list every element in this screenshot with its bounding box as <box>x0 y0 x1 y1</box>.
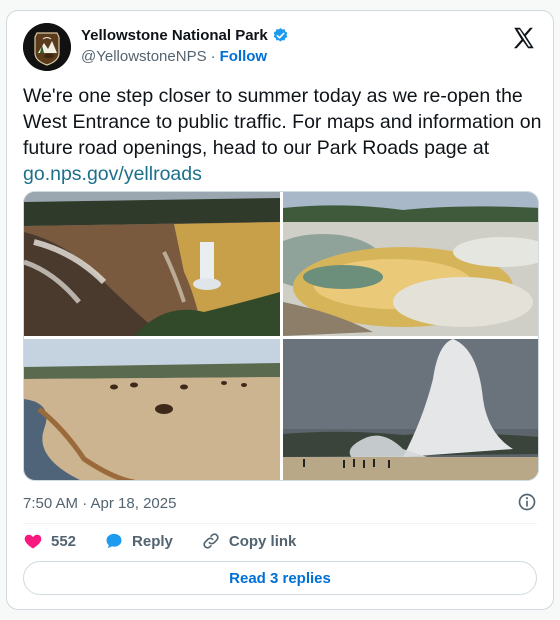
handle[interactable]: @YellowstoneNPS <box>81 48 207 65</box>
follow-button[interactable]: Follow <box>220 48 268 65</box>
photo-canyon-waterfall[interactable] <box>24 192 280 336</box>
action-bar: 552 Reply Copy link <box>23 529 324 553</box>
like-count: 552 <box>51 532 77 550</box>
link-icon <box>203 533 219 549</box>
copy-link-label: Copy link <box>228 532 297 550</box>
post-meta: 7:50 AM · Apr 18, 2025 <box>23 491 537 515</box>
heart-icon <box>24 534 42 549</box>
media-grid <box>23 191 539 481</box>
post-body: We're one step closer to summer today as… <box>23 85 542 159</box>
separator-dot: · <box>210 48 216 65</box>
like-button[interactable]: 552 <box>23 531 76 551</box>
reply-button[interactable]: Reply <box>104 531 173 551</box>
post-header: Yellowstone National Park @YellowstoneNP… <box>23 23 537 73</box>
photo-bison-river[interactable] <box>24 339 280 480</box>
nps-logo-icon <box>23 23 71 71</box>
photo-geyser-eruption[interactable] <box>283 339 538 480</box>
x-logo-icon[interactable] <box>511 25 537 51</box>
display-name[interactable]: Yellowstone National Park <box>81 27 268 44</box>
info-icon[interactable] <box>517 492 537 512</box>
read-replies-button[interactable]: Read 3 replies <box>23 561 537 595</box>
reply-bubble-icon <box>106 533 122 549</box>
post-text: We're one step closer to summer today as… <box>23 83 543 187</box>
verified-badge-icon <box>273 28 287 42</box>
avatar[interactable] <box>23 23 71 71</box>
post-card: Yellowstone National Park @YellowstoneNP… <box>6 10 554 610</box>
reply-label: Reply <box>132 532 173 550</box>
timestamp[interactable]: 7:50 AM · Apr 18, 2025 <box>23 495 176 512</box>
user-info: Yellowstone National Park @YellowstoneNP… <box>81 27 289 65</box>
post-link[interactable]: go.nps.gov/yellroads <box>23 163 202 185</box>
copy-link-button[interactable]: Copy link <box>201 531 297 551</box>
photo-geyser-basin[interactable] <box>283 192 538 336</box>
divider <box>23 523 537 524</box>
